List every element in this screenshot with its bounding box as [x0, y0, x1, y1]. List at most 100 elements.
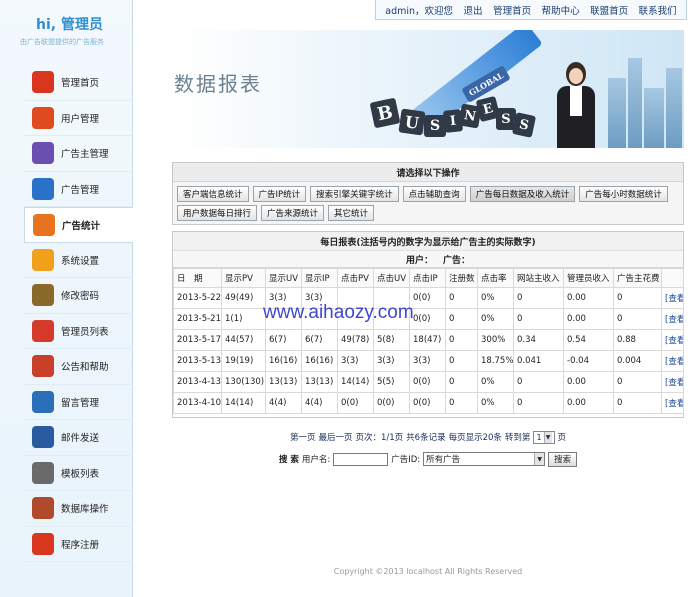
table-cell: 0.004	[613, 350, 662, 372]
table-row: 2013-5-2249(49)3(3)3(3)0(0)00%00.000[查看]	[173, 287, 684, 309]
database-icon	[32, 497, 54, 520]
chevron-down-icon: ▼	[534, 453, 545, 465]
user-icon	[32, 106, 54, 129]
sidebar-item-label: 广告管理	[61, 184, 100, 196]
table-cell: 0(0)	[409, 308, 446, 330]
view-link[interactable]: [查看]	[661, 329, 684, 351]
table-cell	[373, 308, 410, 330]
view-link[interactable]: [查看]	[661, 287, 684, 309]
operations-panel: 请选择以下操作 客户端信息统计 广告IP统计 搜索引擎关键字统计 点击辅助查询 广告每日…	[172, 162, 684, 225]
sidebar-item-label: 管理首页	[61, 78, 100, 90]
table-cell: -0.04	[563, 350, 614, 372]
notice-icon	[32, 355, 54, 378]
view-link[interactable]: [查看]	[661, 350, 684, 372]
union-home-link[interactable]: 联盟首页	[590, 3, 628, 17]
search-bar: 搜 索 用户名: 广告ID: 所有广告 ▼ 搜索	[172, 450, 684, 468]
operation-button[interactable]: 广告每小时数据统计	[579, 186, 668, 202]
table-cell: 300%	[477, 329, 514, 351]
table-cell: 2013-4-10	[173, 392, 222, 414]
operation-button[interactable]: 用户数据每日排行	[177, 205, 258, 221]
view-link[interactable]: [查看]	[661, 371, 684, 393]
operation-button[interactable]: 点击辅助查询	[402, 186, 466, 202]
pager: 第一页 最后一页 页次：1/1页 共6条记录 每页显示20条 转到第 1 ▼ 页	[172, 429, 684, 445]
table-cell: 0	[445, 329, 478, 351]
sidebar-item-label: 程序注册	[61, 539, 100, 551]
table-cell: 6(7)	[301, 329, 338, 351]
admin-home-link[interactable]: 管理首页	[493, 3, 531, 17]
table-cell: 0	[613, 371, 662, 393]
view-link[interactable]: [查看]	[661, 308, 684, 330]
column-header: 显示IP	[301, 268, 338, 288]
table-cell: 3(3)	[301, 287, 338, 309]
sidebar-item[interactable]: 数据库操作	[24, 491, 133, 527]
table-row: 2013-5-17 44(57) 6(7) 6(7) 49(78) 5(8) 18(47) 0…	[173, 329, 684, 351]
logout-link[interactable]: 退出	[464, 3, 483, 17]
operation-button[interactable]: 客户端信息统计	[177, 186, 249, 202]
ad-label: 广告：	[443, 255, 471, 266]
report-info: 用户： 广告：	[173, 251, 683, 268]
table-cell: 49(78)	[337, 329, 374, 351]
column-header: 显示UV	[265, 268, 302, 288]
table-cell: 2013-5-22	[173, 287, 222, 309]
operation-button[interactable]: 其它统计	[328, 205, 375, 221]
table-cell: 0	[445, 392, 478, 414]
operation-button[interactable]: 广告每日数据及收入统计	[469, 186, 576, 202]
welcome-text: admin，欢迎您	[385, 5, 454, 17]
sidebar-item[interactable]: 系统设置	[24, 243, 133, 278]
sidebar-item[interactable]: 邮件发送	[24, 420, 133, 456]
search-button[interactable]: 搜索	[548, 451, 578, 467]
top-nav: admin，欢迎您 退出 管理首页 帮助中心 联盟首页 联系我们	[375, 0, 687, 20]
table-cell: 2013-4-13	[173, 371, 222, 393]
sidebar-item[interactable]: 管理员列表	[24, 314, 133, 349]
sidebar-item[interactable]: 留言管理	[24, 385, 133, 420]
ad-select[interactable]: 所有广告 ▼	[423, 452, 546, 466]
help-center-link[interactable]: 帮助中心	[542, 3, 580, 17]
sidebar-item[interactable]: 广告主管理	[24, 136, 133, 172]
column-header: 点击UV	[373, 268, 410, 288]
table-body: 2013-5-2249(49)3(3)3(3)0(0)00%00.000[查看]…	[173, 287, 684, 414]
page-select[interactable]: 1 ▼	[533, 430, 555, 444]
sidebar-item-label: 广告主管理	[61, 149, 109, 161]
column-header: 显示PV	[221, 268, 266, 288]
table-cell: 0	[513, 371, 564, 393]
sidebar-item-label: 广告统计	[62, 220, 101, 232]
view-link[interactable]: [查看]	[661, 392, 684, 414]
sidebar-item[interactable]: 公告和帮助	[24, 349, 133, 385]
building-graphic	[666, 68, 682, 148]
table-cell: 0(0)	[409, 392, 446, 414]
first-page-link[interactable]: 第一页	[290, 431, 316, 443]
table-row: 2013-4-10 14(14) 4(4) 4(4) 0(0) 0(0) 0(0) 0 0% 0 0…	[173, 392, 684, 414]
table-cell: 0%	[477, 287, 514, 309]
operation-button[interactable]: 搜索引擎关键字统计	[310, 186, 399, 202]
sidebar-item[interactable]: 修改密码	[24, 278, 133, 314]
table-row: 2013-5-13 19(19) 16(16) 16(16) 3(3) 3(3) 3(3) 0…	[173, 350, 684, 372]
sidebar-item[interactable]: 用户管理	[24, 101, 133, 136]
message-icon	[32, 390, 54, 413]
daily-report: 每日报表(注括号内的数字为显示给广告主的实际数字) 用户： 广告： 日 期显示P…	[172, 231, 684, 418]
total-records: 共6条记录	[406, 433, 446, 443]
table-cell: 3(3)	[373, 350, 410, 372]
username-input[interactable]	[333, 452, 389, 466]
table-cell: 0	[613, 308, 662, 330]
sidebar-item[interactable]: 程序注册	[24, 527, 133, 562]
table-cell: 16(16)	[265, 350, 302, 372]
last-page-link[interactable]: 最后一页	[318, 431, 352, 443]
building-graphic	[644, 88, 664, 148]
settings-icon	[32, 248, 54, 271]
sidebar-item-label: 管理员列表	[61, 326, 109, 338]
table-cell: 16(16)	[301, 350, 338, 372]
sidebar-item[interactable]: 广告统计	[24, 207, 133, 243]
report-title: 每日报表(注括号内的数字为显示给广告主的实际数字)	[173, 232, 683, 251]
sidebar-item[interactable]: 广告管理	[24, 172, 133, 207]
sidebar-item[interactable]: 管理首页	[24, 65, 133, 101]
operations-buttons: 客户端信息统计 广告IP统计 搜索引擎关键字统计 点击辅助查询 广告每日数据及收入统计广…	[173, 182, 683, 221]
operation-button[interactable]: 广告IP统计	[252, 186, 307, 202]
operation-button[interactable]: 广告来源统计	[261, 205, 325, 221]
logo-title: hi, 管理员	[36, 17, 103, 33]
table-cell: 4(4)	[265, 392, 302, 414]
contact-link[interactable]: 联系我们	[639, 3, 677, 17]
sidebar-item[interactable]: 模板列表	[24, 456, 133, 491]
table-cell: 0	[513, 308, 564, 330]
table-cell: 0.88	[613, 329, 662, 351]
table-cell: 0(0)	[337, 392, 374, 414]
